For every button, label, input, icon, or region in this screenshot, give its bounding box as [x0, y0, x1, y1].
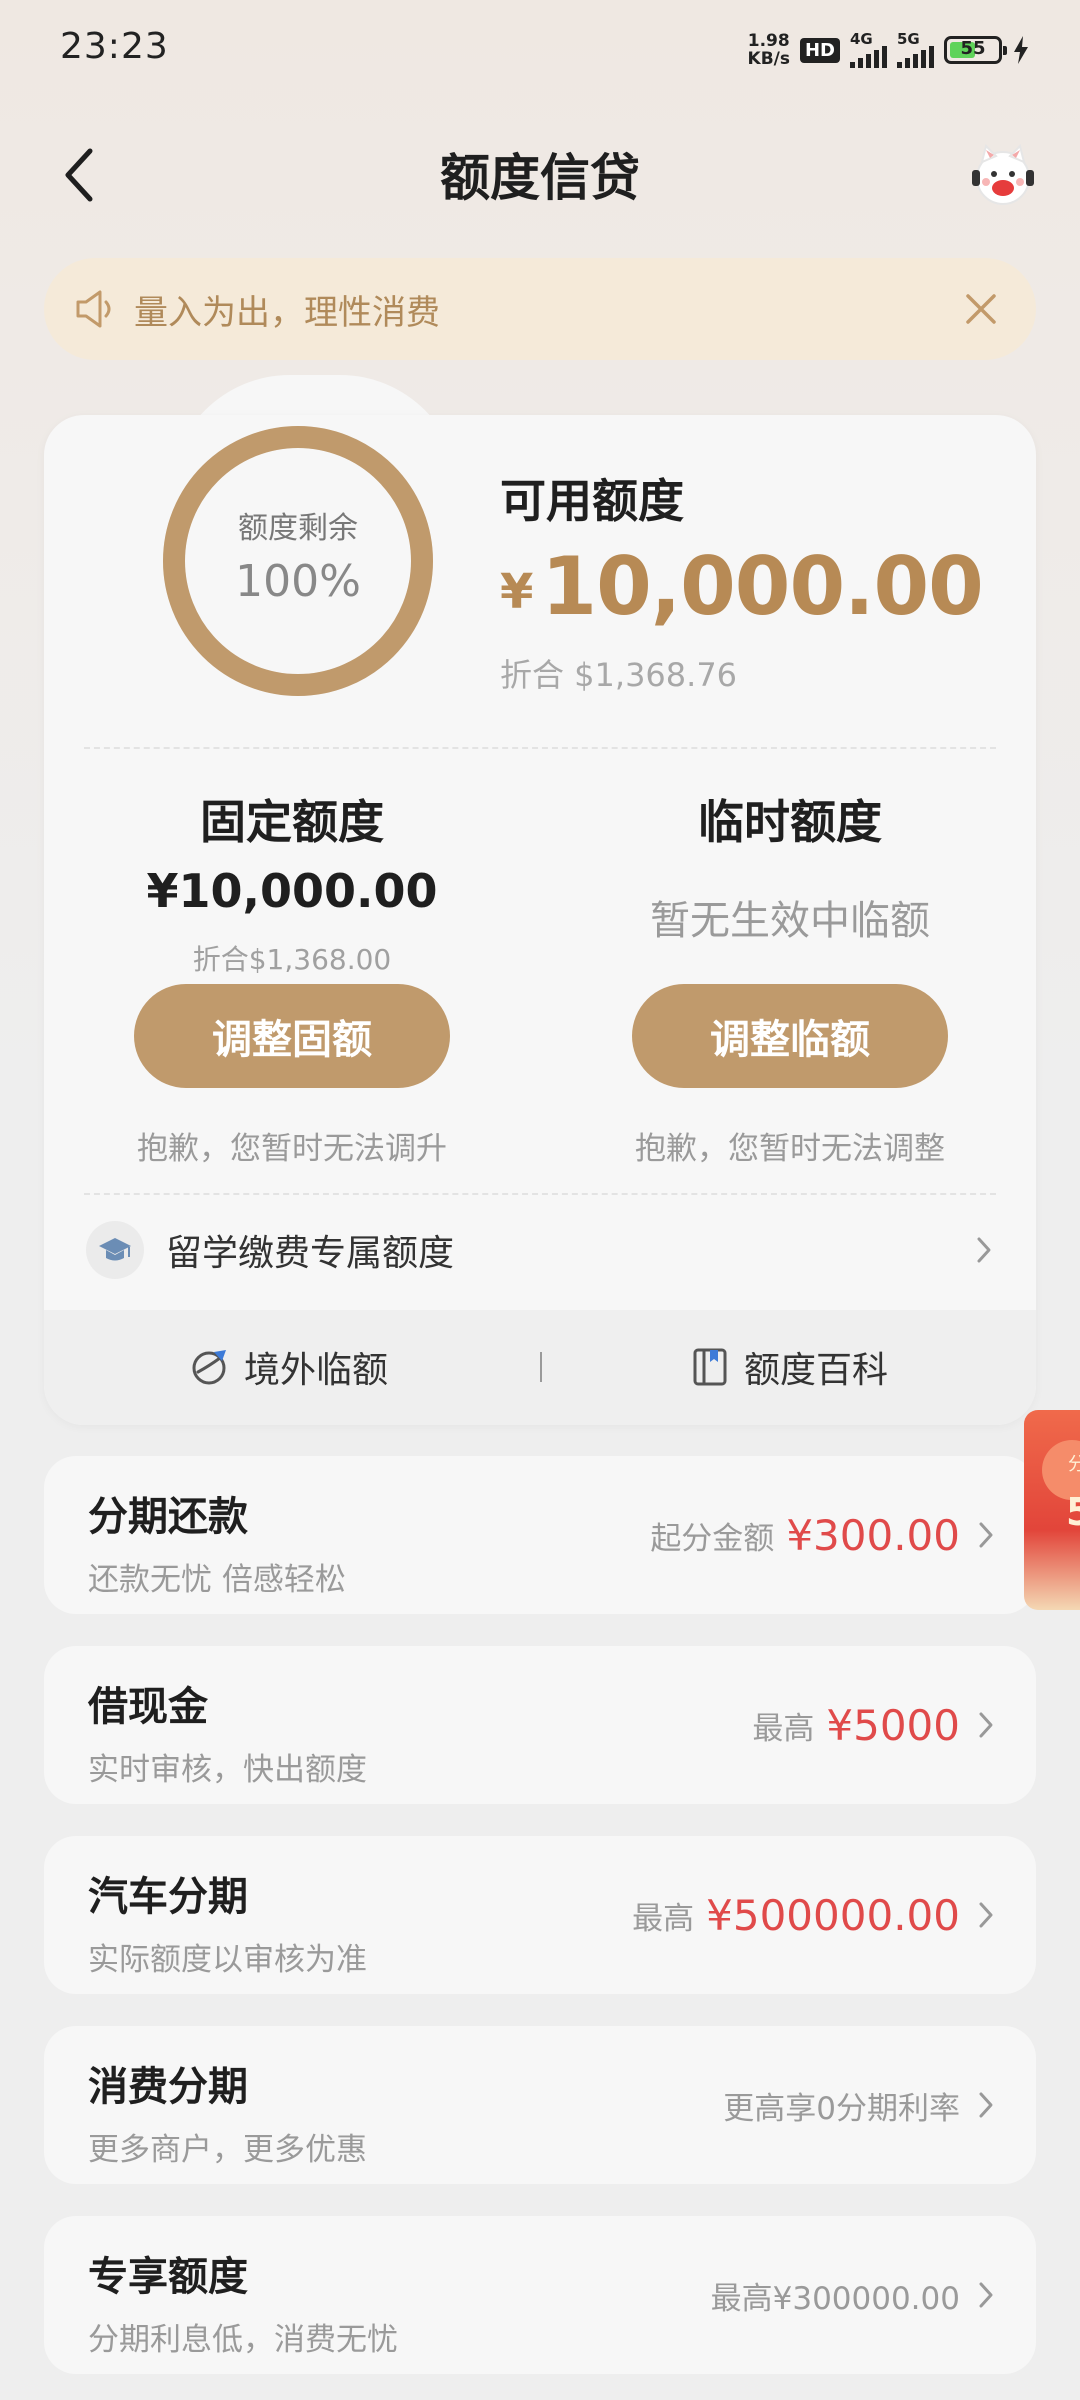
signal-4g-label: 4G: [850, 30, 873, 48]
divider-top: [84, 747, 996, 749]
signal-5g-icon: 5G: [897, 32, 934, 68]
adjust-fixed-button[interactable]: 调整固额: [134, 984, 450, 1088]
graduation-cap-icon: [99, 1238, 131, 1261]
product-title: 专享额度: [88, 2254, 248, 2300]
product-amount: ¥500000.00: [706, 1890, 960, 1940]
product-right-text: 最高¥300000.00: [710, 2280, 960, 2317]
temporary-status: 暂无生效中临额: [650, 898, 930, 944]
available-title: 可用额度: [500, 474, 684, 528]
available-amount: ¥10,000.00: [500, 540, 984, 633]
product-title: 分期还款: [88, 1494, 248, 1540]
ring-value: 100%: [235, 556, 361, 607]
battery-level: 55: [960, 38, 986, 59]
notice-text: 量入为出，理性消费: [134, 292, 440, 333]
product-subtitle: 还款无忧 倍感轻松: [88, 1562, 346, 1598]
page-title: 额度信贷: [440, 149, 640, 207]
fixed-amount: ¥10,000.00: [146, 864, 438, 918]
product-card-installment-repay[interactable]: 分期还款 还款无忧 倍感轻松 起分金额 ¥300.00: [44, 1456, 1036, 1614]
close-icon[interactable]: [958, 286, 1004, 332]
chevron-right-icon: [979, 1712, 993, 1738]
product-title: 借现金: [88, 1684, 208, 1730]
product-card-car-installment[interactable]: 汽车分期 实际额度以审核为准 最高 ¥500000.00: [44, 1836, 1036, 1994]
product-card-cash-loan[interactable]: 借现金 实时审核，快出额度 最高 ¥5000: [44, 1646, 1036, 1804]
mascot-icon[interactable]: [968, 140, 1038, 210]
divider-bottom: [84, 1193, 996, 1195]
ring-label: 额度剩余: [238, 511, 358, 546]
study-icon-wrap: [86, 1221, 144, 1279]
product-prefix: 起分金额: [650, 1520, 775, 1557]
chevron-right-icon: [979, 1522, 993, 1548]
battery-icon: 55: [944, 36, 1007, 64]
product-right: 起分金额 ¥300.00: [650, 1456, 960, 1614]
product-right: 最高 ¥5000: [752, 1646, 960, 1804]
charging-icon: [1014, 36, 1028, 64]
chevron-right-icon: [979, 1902, 993, 1928]
product-card-exclusive-credit[interactable]: 专享额度 分期利息低，消费无忧 最高¥300000.00: [44, 2216, 1036, 2374]
fixed-note: 抱歉，您暂时无法调升: [137, 1131, 447, 1167]
product-right-text: 更高享0分期利率: [723, 2090, 960, 2127]
study-abroad-label: 留学缴费专属额度: [166, 1233, 455, 1274]
book-icon: [693, 1348, 727, 1386]
network-speed-value: 1.98: [747, 31, 790, 51]
product-prefix: 最高: [632, 1900, 695, 1937]
adjust-temporary-button[interactable]: 调整临额: [632, 984, 948, 1088]
product-right: 更高享0分期利率: [723, 2026, 960, 2184]
product-amount: ¥300.00: [786, 1510, 960, 1560]
credit-wiki-link[interactable]: 额度百科: [690, 1330, 888, 1404]
product-subtitle: 实际额度以审核为准: [88, 1942, 367, 1978]
sub-nav-separator: [540, 1352, 542, 1382]
overseas-temp-link[interactable]: 境外临额: [188, 1330, 388, 1404]
signal-4g-icon: 4G: [850, 32, 887, 68]
signal-5g-label: 5G: [897, 30, 920, 48]
product-title: 汽车分期: [88, 1874, 248, 1920]
chevron-right-icon: [979, 2092, 993, 2118]
product-right: 最高¥300000.00: [711, 2216, 960, 2374]
temporary-title: 临时额度: [698, 795, 882, 849]
status-icons: 1.98 KB/s HD 4G 5G 55: [748, 28, 1030, 72]
available-currency: ¥: [500, 564, 534, 620]
product-prefix: 最高: [752, 1710, 815, 1747]
product-subtitle: 分期利息低，消费无忧: [88, 2322, 398, 2358]
credit-wiki-label: 额度百科: [744, 1350, 889, 1391]
product-subtitle: 实时审核，快出额度: [88, 1752, 367, 1788]
floating-promo-badge[interactable]: 分 5: [1024, 1410, 1080, 1610]
product-amount: ¥5000: [826, 1700, 960, 1750]
promo-text-line1: 分: [1068, 1454, 1080, 1475]
promo-text-line2: 5: [1066, 1490, 1080, 1534]
product-right: 最高 ¥500000.00: [632, 1836, 960, 1994]
product-subtitle: 更多商户，更多优惠: [88, 2132, 367, 2168]
hd-badge: HD: [799, 37, 840, 63]
available-usd: 折合 $1,368.76: [500, 656, 738, 694]
study-abroad-row[interactable]: 留学缴费专属额度: [44, 1205, 1036, 1295]
overseas-temp-label: 境外临额: [244, 1350, 389, 1391]
temporary-note: 抱歉，您暂时无法调整: [635, 1131, 945, 1167]
globe-plane-icon: [192, 1350, 226, 1385]
chevron-right-icon: [979, 2282, 993, 2308]
network-speed-unit: KB/s: [747, 49, 790, 69]
available-amount-value: 10,000.00: [541, 540, 983, 633]
notice-banner: 量入为出，理性消费: [44, 258, 1036, 360]
product-card-consumer-installment[interactable]: 消费分期 更多商户，更多优惠 更高享0分期利率: [44, 2026, 1036, 2184]
status-time: 23:23: [60, 26, 169, 67]
network-speed: 1.98 KB/s: [748, 32, 790, 68]
fixed-usd: 折合$1,368.00: [192, 943, 392, 976]
chevron-right-icon: [977, 1237, 991, 1263]
product-title: 消费分期: [88, 2064, 248, 2110]
speaker-icon: [76, 290, 111, 328]
fixed-title: 固定额度: [200, 795, 384, 849]
